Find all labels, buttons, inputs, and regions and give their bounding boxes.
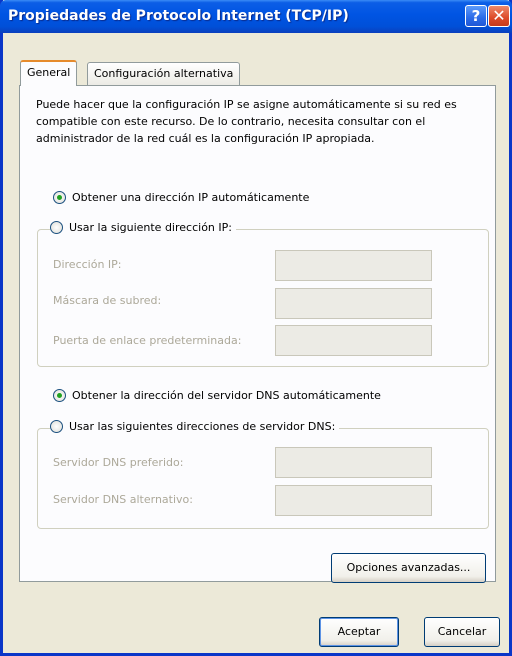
ok-button[interactable]: Aceptar	[319, 617, 399, 647]
close-button[interactable]: ✕	[488, 5, 510, 27]
help-icon: ?	[471, 7, 481, 25]
default-gateway-label: Puerta de enlace predeterminada:	[53, 334, 242, 347]
close-icon: ✕	[492, 6, 506, 25]
alternate-dns-field	[275, 485, 432, 516]
tab-general[interactable]: General	[20, 60, 78, 86]
radio-checked-icon	[53, 389, 66, 402]
ip-address-field	[275, 250, 432, 281]
tab-alternate-config-label: Configuración alternativa	[94, 67, 234, 80]
cancel-button[interactable]: Cancelar	[424, 617, 500, 647]
radio-ip-manual[interactable]: Usar la siguiente dirección IP:	[50, 221, 236, 234]
radio-dns-auto-label: Obtener la dirección del servidor DNS au…	[72, 389, 381, 402]
preferred-dns-field	[275, 447, 432, 478]
help-button[interactable]: ?	[465, 5, 487, 27]
preferred-dns-label: Servidor DNS preferido:	[53, 456, 184, 469]
radio-dns-manual-label: Usar las siguientes direcciones de servi…	[69, 420, 336, 433]
intro-text: Puede hacer que la configuración IP se a…	[36, 98, 457, 145]
radio-dns-manual[interactable]: Usar las siguientes direcciones de servi…	[50, 420, 340, 433]
ip-address-label: Dirección IP:	[53, 258, 122, 271]
tab-general-label: General	[27, 66, 71, 79]
default-gateway-field	[275, 325, 432, 356]
radio-ip-auto[interactable]: Obtener una dirección IP automáticamente	[53, 191, 314, 204]
radio-ip-auto-label: Obtener una dirección IP automáticamente	[72, 191, 310, 204]
radio-unchecked-icon	[50, 221, 63, 234]
subnet-mask-field	[275, 288, 432, 319]
title-bar[interactable]: Propiedades de Protocolo Internet (TCP/I…	[0, 0, 512, 33]
radio-dns-auto[interactable]: Obtener la dirección del servidor DNS au…	[53, 389, 385, 402]
radio-checked-icon	[53, 191, 66, 204]
window-title: Propiedades de Protocolo Internet (TCP/I…	[8, 8, 349, 24]
radio-ip-manual-label: Usar la siguiente dirección IP:	[69, 221, 232, 234]
radio-unchecked-icon	[50, 420, 63, 433]
subnet-mask-label: Máscara de subred:	[53, 294, 162, 307]
alternate-dns-label: Servidor DNS alternativo:	[53, 493, 193, 506]
advanced-options-button[interactable]: Opciones avanzadas...	[331, 553, 486, 583]
tab-alternate-config[interactable]: Configuración alternativa	[87, 62, 241, 85]
